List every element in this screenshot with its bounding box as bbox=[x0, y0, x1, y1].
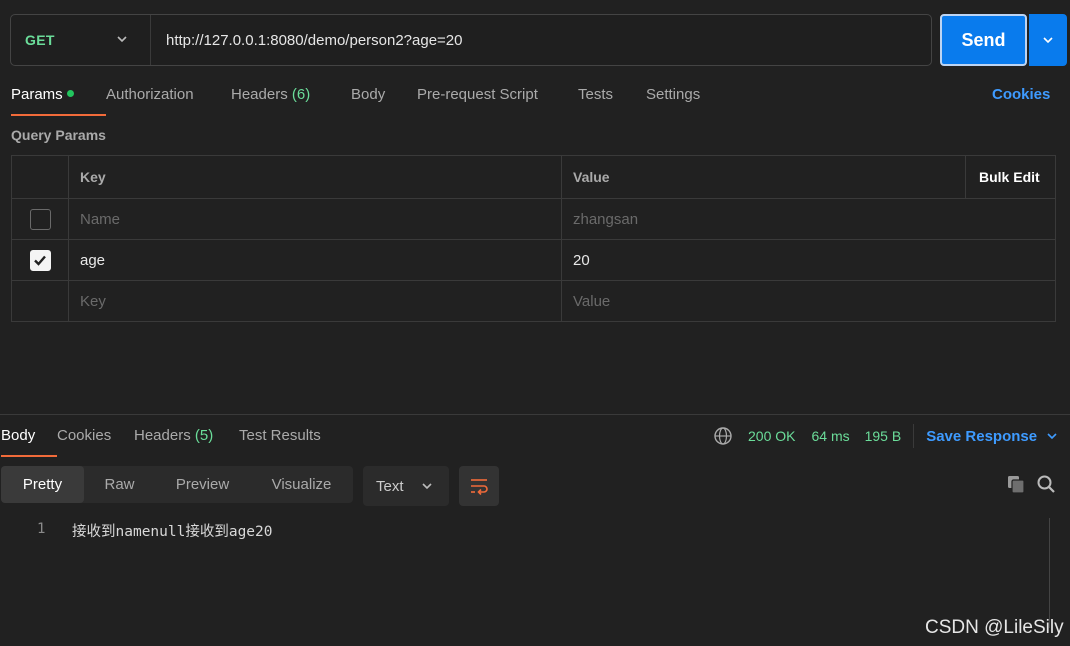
tab-label: Cookies bbox=[57, 427, 112, 444]
code-line: 接收到namenull接收到age20 bbox=[72, 524, 273, 540]
tab-response-headers[interactable]: Headers (5) bbox=[134, 421, 239, 457]
search-icon[interactable] bbox=[1036, 474, 1056, 494]
tab-pre-request-script[interactable]: Pre-request Script bbox=[417, 80, 578, 116]
new-value-input[interactable]: Value bbox=[562, 281, 1055, 321]
tab-params[interactable]: Params bbox=[11, 80, 106, 116]
divider bbox=[913, 424, 915, 448]
param-key[interactable]: age bbox=[69, 240, 562, 280]
view-preview[interactable]: Preview bbox=[155, 466, 250, 503]
chevron-down-icon bbox=[1047, 433, 1057, 440]
tab-body[interactable]: Body bbox=[351, 80, 417, 116]
method-select[interactable]: GET bbox=[11, 15, 151, 65]
tab-label: Headers bbox=[231, 86, 288, 103]
check-cell bbox=[12, 240, 69, 280]
tab-label: Params bbox=[11, 86, 63, 103]
pane-divider[interactable] bbox=[0, 414, 1070, 415]
line-number: 1 bbox=[37, 521, 46, 537]
tab-headers[interactable]: Headers (6) bbox=[231, 80, 351, 116]
wrap-lines-button[interactable] bbox=[459, 466, 499, 506]
param-key[interactable]: Name bbox=[69, 199, 562, 239]
tab-settings[interactable]: Settings bbox=[646, 80, 716, 116]
checkmark-icon bbox=[34, 255, 46, 266]
tab-response-body[interactable]: Body bbox=[1, 421, 57, 457]
column-header-value: Value bbox=[573, 169, 610, 185]
bulk-edit-button[interactable]: Bulk Edit bbox=[965, 156, 1055, 198]
response-time[interactable]: 64 ms bbox=[811, 428, 849, 444]
response-meta: 200 OK 64 ms 195 B Save Response bbox=[713, 424, 1059, 448]
response-tabs: Body Cookies Headers (5) Test Results bbox=[1, 421, 339, 457]
tab-label: Headers bbox=[134, 427, 191, 444]
watermark: CSDN @LileSily bbox=[925, 617, 1064, 638]
tab-tests[interactable]: Tests bbox=[578, 80, 646, 116]
copy-icon[interactable] bbox=[1006, 474, 1026, 494]
headers-count: (6) bbox=[291, 86, 311, 103]
method-label: GET bbox=[25, 32, 55, 48]
header-check-cell bbox=[12, 156, 69, 198]
cookies-link[interactable]: Cookies bbox=[992, 86, 1050, 103]
tab-authorization[interactable]: Authorization bbox=[106, 80, 231, 116]
chevron-down-icon bbox=[1043, 37, 1053, 44]
globe-icon[interactable] bbox=[713, 426, 733, 446]
query-params-table: Key Value Bulk Edit Name zhangsan age 20… bbox=[11, 155, 1056, 322]
tab-response-cookies[interactable]: Cookies bbox=[57, 421, 134, 457]
new-key-input[interactable]: Key bbox=[69, 281, 562, 321]
save-response-button[interactable]: Save Response bbox=[926, 428, 1059, 445]
save-response-label: Save Response bbox=[926, 427, 1038, 445]
tab-label: Authorization bbox=[106, 86, 194, 103]
table-row: age 20 bbox=[12, 239, 1055, 280]
row-checkbox[interactable] bbox=[29, 208, 51, 230]
view-visualize[interactable]: Visualize bbox=[250, 466, 353, 503]
headers-count: (5) bbox=[194, 427, 214, 444]
format-select[interactable]: Text bbox=[363, 466, 449, 506]
chevron-down-icon bbox=[422, 483, 432, 490]
status-code[interactable]: 200 OK bbox=[748, 428, 795, 444]
query-params-title: Query Params bbox=[11, 127, 106, 143]
tab-label: Tests bbox=[578, 86, 614, 103]
param-value[interactable]: 20 bbox=[562, 240, 1055, 280]
column-header-key: Key bbox=[69, 156, 562, 198]
tab-label: Pre-request Script bbox=[417, 86, 538, 103]
view-pretty[interactable]: Pretty bbox=[1, 466, 84, 503]
request-url-bar: GET bbox=[10, 14, 932, 66]
tab-label: Settings bbox=[646, 86, 701, 103]
table-row: Name zhangsan bbox=[12, 198, 1055, 239]
tab-label: Body bbox=[351, 86, 386, 103]
send-button[interactable]: Send bbox=[940, 14, 1027, 66]
check-cell bbox=[12, 281, 69, 321]
table-row-new: Key Value bbox=[12, 280, 1055, 321]
wrap-lines-icon bbox=[471, 479, 488, 495]
url-input[interactable] bbox=[151, 15, 931, 65]
table-header-row: Key Value Bulk Edit bbox=[12, 156, 1055, 198]
param-value[interactable]: zhangsan bbox=[562, 199, 1055, 239]
tab-test-results[interactable]: Test Results bbox=[239, 421, 339, 457]
response-size[interactable]: 195 B bbox=[865, 428, 902, 444]
check-cell bbox=[12, 199, 69, 239]
editor-scrollbar[interactable] bbox=[1049, 518, 1050, 628]
view-mode-segmented: Pretty Raw Preview Visualize bbox=[1, 466, 353, 503]
format-label: Text bbox=[376, 477, 404, 495]
chevron-down-icon bbox=[117, 36, 127, 43]
row-checkbox[interactable] bbox=[29, 249, 51, 271]
request-tabs: Params Authorization Headers (6) Body Pr… bbox=[11, 80, 716, 116]
send-options-button[interactable] bbox=[1029, 14, 1067, 66]
tab-label: Test Results bbox=[239, 427, 321, 444]
tab-label: Body bbox=[1, 427, 36, 444]
view-raw[interactable]: Raw bbox=[84, 466, 155, 503]
active-dot-icon bbox=[66, 89, 74, 97]
